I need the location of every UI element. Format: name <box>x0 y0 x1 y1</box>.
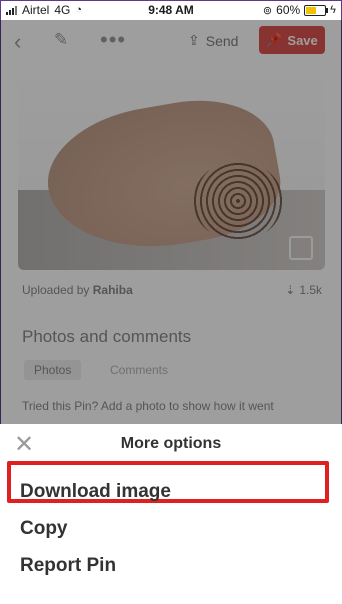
battery-icon <box>304 4 329 16</box>
dim-overlay[interactable] <box>0 20 342 424</box>
status-bar: Airtel 4G ◔ 9:48 AM ⊚ 60% ϟ <box>0 0 342 20</box>
orientation-lock-icon: ⊚ <box>262 4 273 17</box>
report-pin-option[interactable]: Report Pin <box>20 555 116 577</box>
charging-icon: ϟ <box>330 4 336 16</box>
status-right: ⊚ 60% ϟ <box>263 3 336 17</box>
copy-option[interactable]: Copy <box>20 518 68 540</box>
sheet-title: More options <box>120 435 222 452</box>
battery-percent: 60% <box>276 3 301 17</box>
download-image-option[interactable]: Download image <box>20 481 171 503</box>
more-options-sheet: ✕ More options Download image Copy Repor… <box>0 424 342 604</box>
